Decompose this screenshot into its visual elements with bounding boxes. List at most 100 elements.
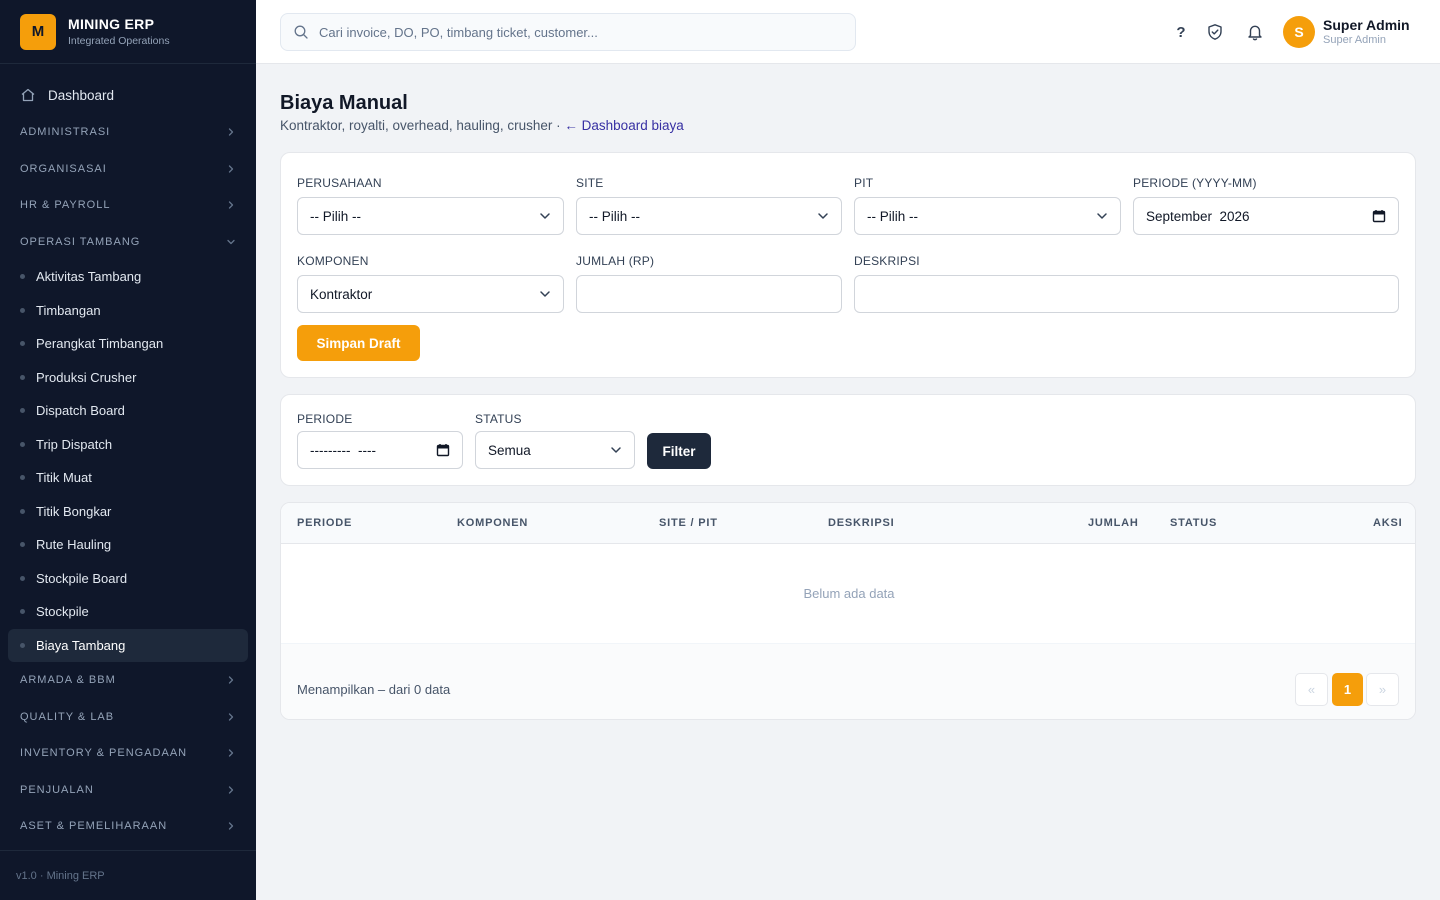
sidebar-item-trip-dispatch[interactable]: Trip Dispatch	[8, 428, 248, 462]
sidebar-item-timbangan[interactable]: Timbangan	[8, 294, 248, 328]
chevron-right-icon	[228, 676, 234, 684]
sidebar-group-operasi-tambang[interactable]: OPERASI TAMBANG	[8, 224, 248, 261]
brand[interactable]: M MINING ERP Integrated Operations	[0, 0, 256, 64]
calendar-icon[interactable]	[1372, 209, 1386, 223]
sidebar-group-inventory-and-pengadaan[interactable]: INVENTORY & PENGADAAN	[8, 735, 248, 772]
sidebar-group-label: ORGANISASAI	[20, 162, 107, 175]
sidebar-item-dispatch-board[interactable]: Dispatch Board	[8, 394, 248, 428]
chevron-down-icon	[540, 213, 550, 219]
search-icon	[294, 25, 308, 39]
sidebar-item-stockpile[interactable]: Stockpile	[8, 595, 248, 629]
sidebar-group-label: ADMINISTRASI	[20, 126, 111, 139]
perusahaan-label: PERUSAHAAN	[297, 176, 382, 190]
bullet-dot-icon	[20, 374, 25, 380]
sidebar-group-organisasai[interactable]: ORGANISASAI	[8, 151, 248, 188]
sidebar-item-stockpile-board[interactable]: Stockpile Board	[8, 562, 248, 596]
page-subtitle: Kontraktor, royalti, overhead, hauling, …	[280, 118, 684, 133]
pagination-prev-button[interactable]: «	[1295, 673, 1328, 706]
bullet-dot-icon	[20, 609, 25, 615]
chevron-right-icon	[228, 822, 234, 830]
sidebar-group-administrasi[interactable]: ADMINISTRASI	[8, 114, 248, 151]
filter-status-label: STATUS	[475, 412, 522, 426]
column-header-aksi: AKSI	[1373, 517, 1403, 529]
sidebar-group-armada-and-bbm[interactable]: ARMADA & BBM	[8, 662, 248, 699]
komponen-value: Kontraktor	[310, 286, 373, 302]
deskripsi-input[interactable]	[854, 275, 1399, 313]
save-draft-button[interactable]: Simpan Draft	[297, 325, 420, 361]
sidebar-item-label: Dashboard	[48, 87, 115, 103]
filter-status-select[interactable]: Semua	[475, 431, 635, 469]
filter-periode-value: --------- ----	[310, 442, 376, 458]
sidebar-group-penjualan[interactable]: PENJUALAN	[8, 772, 248, 809]
sidebar-group-hr-and-payroll[interactable]: HR & PAYROLL	[8, 187, 248, 224]
sidebar-item-aktivitas-tambang[interactable]: Aktivitas Tambang	[8, 260, 248, 294]
home-icon	[21, 88, 35, 102]
sidebar-item-rute-hauling[interactable]: Rute Hauling	[8, 528, 248, 562]
sidebar-item-titik-muat[interactable]: Titik Muat	[8, 461, 248, 495]
user-menu[interactable]: Super Admin Super Admin	[1323, 17, 1410, 46]
sidebar-group-quality-and-lab[interactable]: QUALITY & LAB	[8, 699, 248, 736]
sidebar-item-perangkat-timbangan[interactable]: Perangkat Timbangan	[8, 327, 248, 361]
brand-title: MINING ERP	[68, 16, 155, 32]
bullet-dot-icon	[20, 642, 25, 648]
sidebar-item-label: Trip Dispatch	[36, 436, 113, 452]
sidebar-group-label: ARMADA & BBM	[20, 674, 116, 687]
sidebar-footer: v1.0 · Mining ERP	[0, 850, 256, 900]
sidebar-item-titik-bongkar[interactable]: Titik Bongkar	[8, 495, 248, 529]
column-header-site-pit: SITE / PIT	[659, 517, 718, 529]
chevron-right-icon	[228, 128, 234, 136]
bullet-dot-icon	[20, 341, 25, 347]
brand-logo: M	[20, 13, 56, 50]
sidebar-group-label: OPERASI TAMBANG	[20, 235, 141, 248]
sidebar-item-produksi-crusher[interactable]: Produksi Crusher	[8, 361, 248, 395]
table-footer: Menampilkan – dari 0 data « 1 »	[281, 644, 1415, 719]
chevron-down-icon	[227, 239, 235, 244]
perusahaan-value: -- Pilih --	[310, 208, 361, 224]
pagination-info: Menampilkan – dari 0 data	[297, 682, 451, 697]
bullet-dot-icon	[20, 542, 25, 548]
column-header-deskripsi: DESKRIPSI	[828, 517, 895, 529]
sidebar-item-biaya-tambang[interactable]: Biaya Tambang	[8, 628, 248, 662]
sidebar-item-label: Stockpile	[36, 604, 89, 620]
back-to-dashboard-link[interactable]: ← Dashboard biaya	[564, 118, 683, 133]
periode-month-input[interactable]: September 2026	[1133, 197, 1399, 235]
column-header-komponen: KOMPONEN	[457, 517, 529, 529]
chevron-down-icon	[818, 213, 828, 219]
help-icon[interactable]: ?	[1171, 22, 1191, 42]
sidebar-item-label: Stockpile Board	[36, 570, 128, 586]
sidebar-item-label: Dispatch Board	[36, 403, 125, 419]
avatar[interactable]: S	[1283, 16, 1315, 48]
brand-subtitle: Integrated Operations	[68, 35, 170, 47]
jumlah-label: JUMLAH (RP)	[576, 254, 655, 268]
bullet-dot-icon	[20, 408, 25, 414]
sidebar-item-label: Aktivitas Tambang	[36, 269, 142, 285]
shield-icon[interactable]	[1205, 22, 1225, 42]
site-select[interactable]: -- Pilih --	[576, 197, 842, 235]
sidebar-item-label: Titik Muat	[36, 470, 92, 486]
bullet-dot-icon	[20, 575, 25, 581]
sidebar-item-dashboard[interactable]: Dashboard	[8, 78, 248, 112]
bullet-dot-icon	[20, 475, 25, 481]
topbar: ? S Super Admin Super Admin	[256, 0, 1440, 64]
bullet-dot-icon	[20, 441, 25, 447]
chevron-down-icon	[611, 447, 621, 453]
sidebar-group-aset-and-pemeliharaan[interactable]: ASET & PEMELIHARAAN	[8, 808, 248, 845]
filter-periode-input[interactable]: --------- ----	[297, 431, 463, 469]
sidebar-item-label: Timbangan	[36, 302, 101, 318]
calendar-icon[interactable]	[436, 443, 450, 457]
filter-button[interactable]: Filter	[647, 433, 711, 469]
jumlah-input[interactable]	[576, 275, 842, 313]
pagination-next-button[interactable]: »	[1366, 673, 1399, 706]
bell-icon[interactable]	[1245, 22, 1265, 42]
deskripsi-label: DESKRIPSI	[854, 254, 920, 268]
site-label: SITE	[576, 176, 604, 190]
periode-value: September 2026	[1146, 208, 1250, 224]
table-header: PERIODE KOMPONEN SITE / PIT DESKRIPSI JU…	[281, 503, 1415, 544]
pagination-page-1[interactable]: 1	[1332, 673, 1363, 706]
pit-select[interactable]: -- Pilih --	[854, 197, 1121, 235]
perusahaan-select[interactable]: -- Pilih --	[297, 197, 564, 235]
chevron-down-icon	[540, 291, 550, 297]
komponen-select[interactable]: Kontraktor	[297, 275, 564, 313]
global-search[interactable]	[280, 13, 856, 51]
search-input[interactable]	[319, 24, 839, 40]
